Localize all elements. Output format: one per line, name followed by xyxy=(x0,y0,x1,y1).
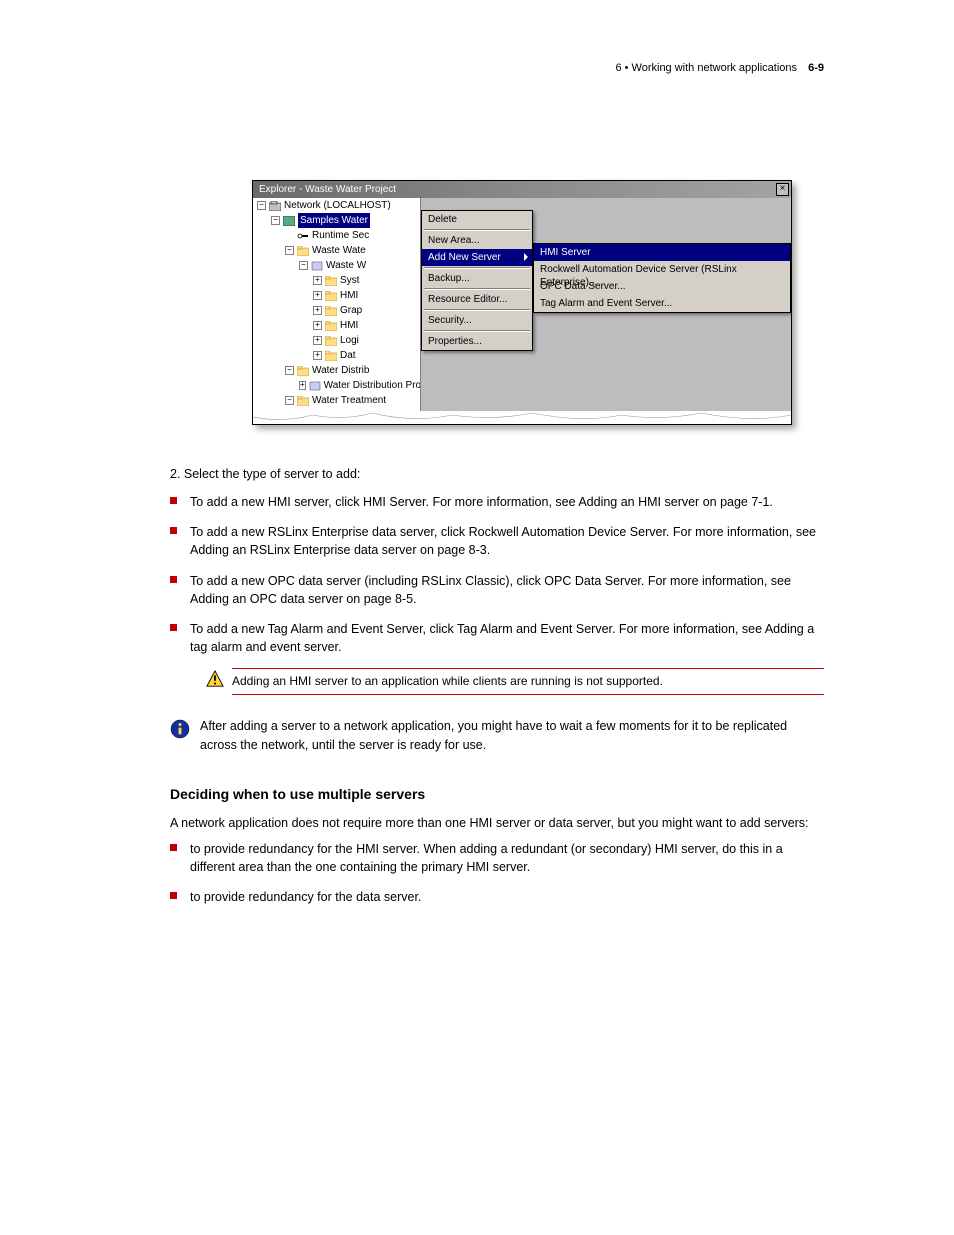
warning-icon xyxy=(206,670,224,688)
key-icon xyxy=(297,231,309,241)
collapse-icon[interactable]: − xyxy=(285,396,294,405)
redundancy-list: to provide redundancy for the HMI server… xyxy=(170,840,824,906)
server-icon xyxy=(309,381,321,391)
tree-folder[interactable]: HMI xyxy=(340,318,358,333)
expand-icon[interactable]: + xyxy=(313,276,322,285)
window-titlebar: Explorer - Waste Water Project × xyxy=(253,181,791,198)
bullet-item: To add a new Tag Alarm and Event Server,… xyxy=(170,620,824,656)
tree-folder[interactable]: Grap xyxy=(340,303,362,318)
collapse-icon[interactable]: − xyxy=(257,201,266,210)
menu-item-delete[interactable]: Delete xyxy=(422,211,532,228)
menu-item-label: Add New Server xyxy=(428,252,501,263)
expand-icon[interactable]: + xyxy=(313,336,322,345)
menu-separator xyxy=(424,288,530,290)
tree-folder[interactable]: Dat xyxy=(340,348,356,363)
bullet-item: To add a new RSLinx Enterprise data serv… xyxy=(170,523,824,559)
explorer-screenshot: Explorer - Waste Water Project × − Netwo… xyxy=(252,180,792,425)
folder-icon xyxy=(325,276,337,286)
app-icon xyxy=(283,216,295,226)
expand-icon[interactable]: + xyxy=(313,351,322,360)
folder-icon xyxy=(297,246,309,256)
folder-icon xyxy=(297,396,309,406)
folder-icon xyxy=(325,291,337,301)
tree-area3[interactable]: Water Treatment xyxy=(312,393,386,408)
tree-runtime[interactable]: Runtime Sec xyxy=(312,228,369,243)
bullet-list: To add a new HMI server, click HMI Serve… xyxy=(170,493,824,656)
collapse-icon[interactable]: − xyxy=(285,246,294,255)
info-text: After adding a server to a network appli… xyxy=(200,717,824,753)
expand-icon[interactable]: + xyxy=(313,321,322,330)
tree-area2[interactable]: Water Distrib xyxy=(312,363,369,378)
network-icon xyxy=(269,201,281,211)
expand-icon[interactable]: + xyxy=(313,291,322,300)
list-item: to provide redundancy for the HMI server… xyxy=(170,840,824,876)
submenu-item-rslinx[interactable]: Rockwell Automation Device Server (RSLin… xyxy=(534,261,790,278)
menu-item-resource-editor[interactable]: Resource Editor... xyxy=(422,291,532,308)
collapse-icon[interactable]: − xyxy=(299,261,308,270)
context-menu[interactable]: Delete New Area... Add New Server Backup… xyxy=(421,210,533,351)
header-page-num: 6-9 xyxy=(808,62,824,74)
menu-item-add-new-server[interactable]: Add New Server xyxy=(422,249,532,266)
list-item: to provide redundancy for the data serve… xyxy=(170,888,824,906)
close-icon[interactable]: × xyxy=(776,183,789,196)
folder-icon xyxy=(325,306,337,316)
server-icon xyxy=(311,261,323,271)
window-title: Explorer - Waste Water Project xyxy=(259,184,396,195)
submenu-item-tag-alarm[interactable]: Tag Alarm and Event Server... xyxy=(534,295,790,312)
menu-separator xyxy=(424,229,530,231)
menu-separator xyxy=(424,267,530,269)
submenu-item-hmi-server[interactable]: HMI Server xyxy=(534,244,790,261)
expand-icon[interactable]: + xyxy=(299,381,306,390)
submenu-add-new-server[interactable]: HMI Server Rockwell Automation Device Se… xyxy=(533,243,791,313)
folder-icon xyxy=(325,336,337,346)
menu-item-backup[interactable]: Backup... xyxy=(422,270,532,287)
section-para: A network application does not require m… xyxy=(170,814,824,832)
menu-separator xyxy=(424,330,530,332)
tree-app[interactable]: Samples Water xyxy=(298,213,370,228)
section-title: Deciding when to use multiple servers xyxy=(170,784,824,804)
folder-icon xyxy=(325,351,337,361)
submenu-item-opc[interactable]: OPC Data Server... xyxy=(534,278,790,295)
menu-item-new-area[interactable]: New Area... xyxy=(422,232,532,249)
tree-folder[interactable]: HMI xyxy=(340,288,358,303)
menu-item-security[interactable]: Security... xyxy=(422,312,532,329)
page-header: 6 • Working with network applications 6-… xyxy=(615,62,824,74)
tree-folder[interactable]: Syst xyxy=(340,273,359,288)
collapse-icon[interactable]: − xyxy=(285,366,294,375)
submenu-arrow-icon xyxy=(524,253,528,261)
tree-root[interactable]: Network (LOCALHOST) xyxy=(284,198,391,213)
bullet-item: To add a new OPC data server (including … xyxy=(170,572,824,608)
torn-edge xyxy=(253,411,791,425)
warning-text: Adding an HMI server to an application w… xyxy=(232,668,824,695)
tree-folder[interactable]: Logi xyxy=(340,333,359,348)
tree-area2-sub[interactable]: Water Distribution Project xyxy=(324,378,421,393)
collapse-icon[interactable]: − xyxy=(271,216,280,225)
menu-item-properties[interactable]: Properties... xyxy=(422,333,532,350)
info-icon xyxy=(170,719,190,739)
folder-icon xyxy=(297,366,309,376)
expand-icon[interactable]: + xyxy=(313,306,322,315)
header-chapter: 6 • Working with network applications xyxy=(615,62,797,74)
folder-icon xyxy=(325,321,337,331)
step-lead: 2. Select the type of server to add: xyxy=(170,465,824,483)
menu-separator xyxy=(424,309,530,311)
explorer-tree[interactable]: − Network (LOCALHOST) − Samples Water Ru… xyxy=(253,198,421,424)
tree-area1-sub[interactable]: Waste W xyxy=(326,258,366,273)
bullet-item: To add a new HMI server, click HMI Serve… xyxy=(170,493,824,511)
tree-area1[interactable]: Waste Wate xyxy=(312,243,366,258)
